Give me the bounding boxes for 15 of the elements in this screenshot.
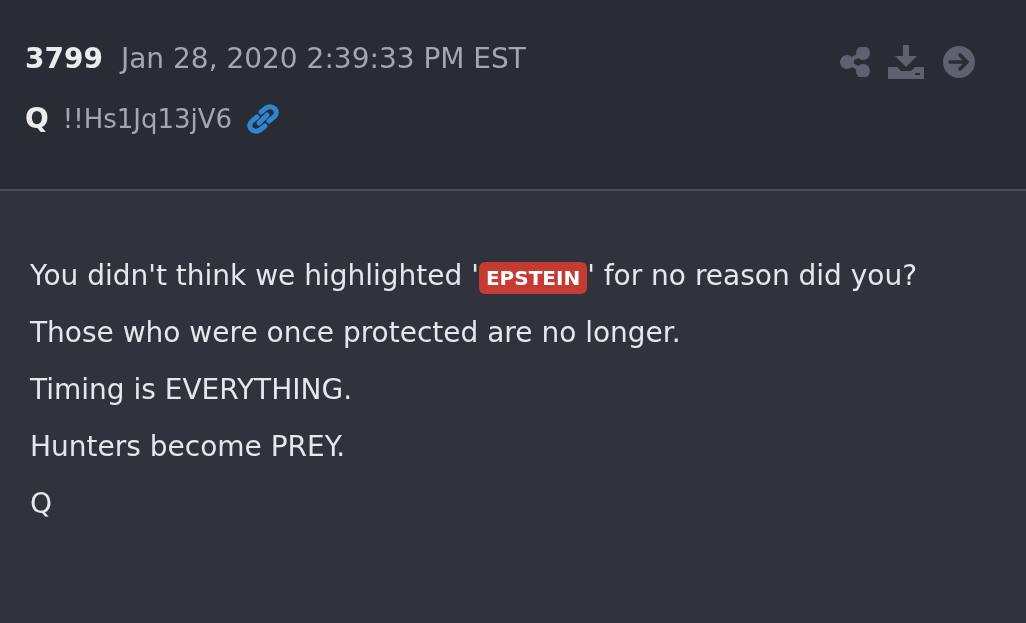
share-icon[interactable] [840, 47, 870, 77]
arrow-right-icon[interactable] [942, 45, 976, 79]
message-text: You didn't think we highlighted ' [30, 259, 479, 292]
message-text: Timing is EVERYTHING. [30, 373, 353, 406]
post-number: 3799 [25, 42, 103, 75]
link-icon[interactable] [246, 103, 281, 134]
download-icon[interactable] [888, 45, 924, 79]
author-name: Q [25, 102, 49, 135]
post-timestamp: Jan 28, 2020 2:39:33 PM EST [120, 42, 526, 75]
message-text: Q [30, 487, 53, 520]
message-text: Hunters become PREY. [30, 430, 346, 463]
message-text: Those who were once protected are no longer. [30, 316, 681, 349]
tripcode: !!Hs1Jq13jV6 [62, 103, 233, 134]
highlight-tag: EPSTEIN [478, 262, 588, 294]
message-text: ' for no reason did you? [587, 259, 918, 292]
